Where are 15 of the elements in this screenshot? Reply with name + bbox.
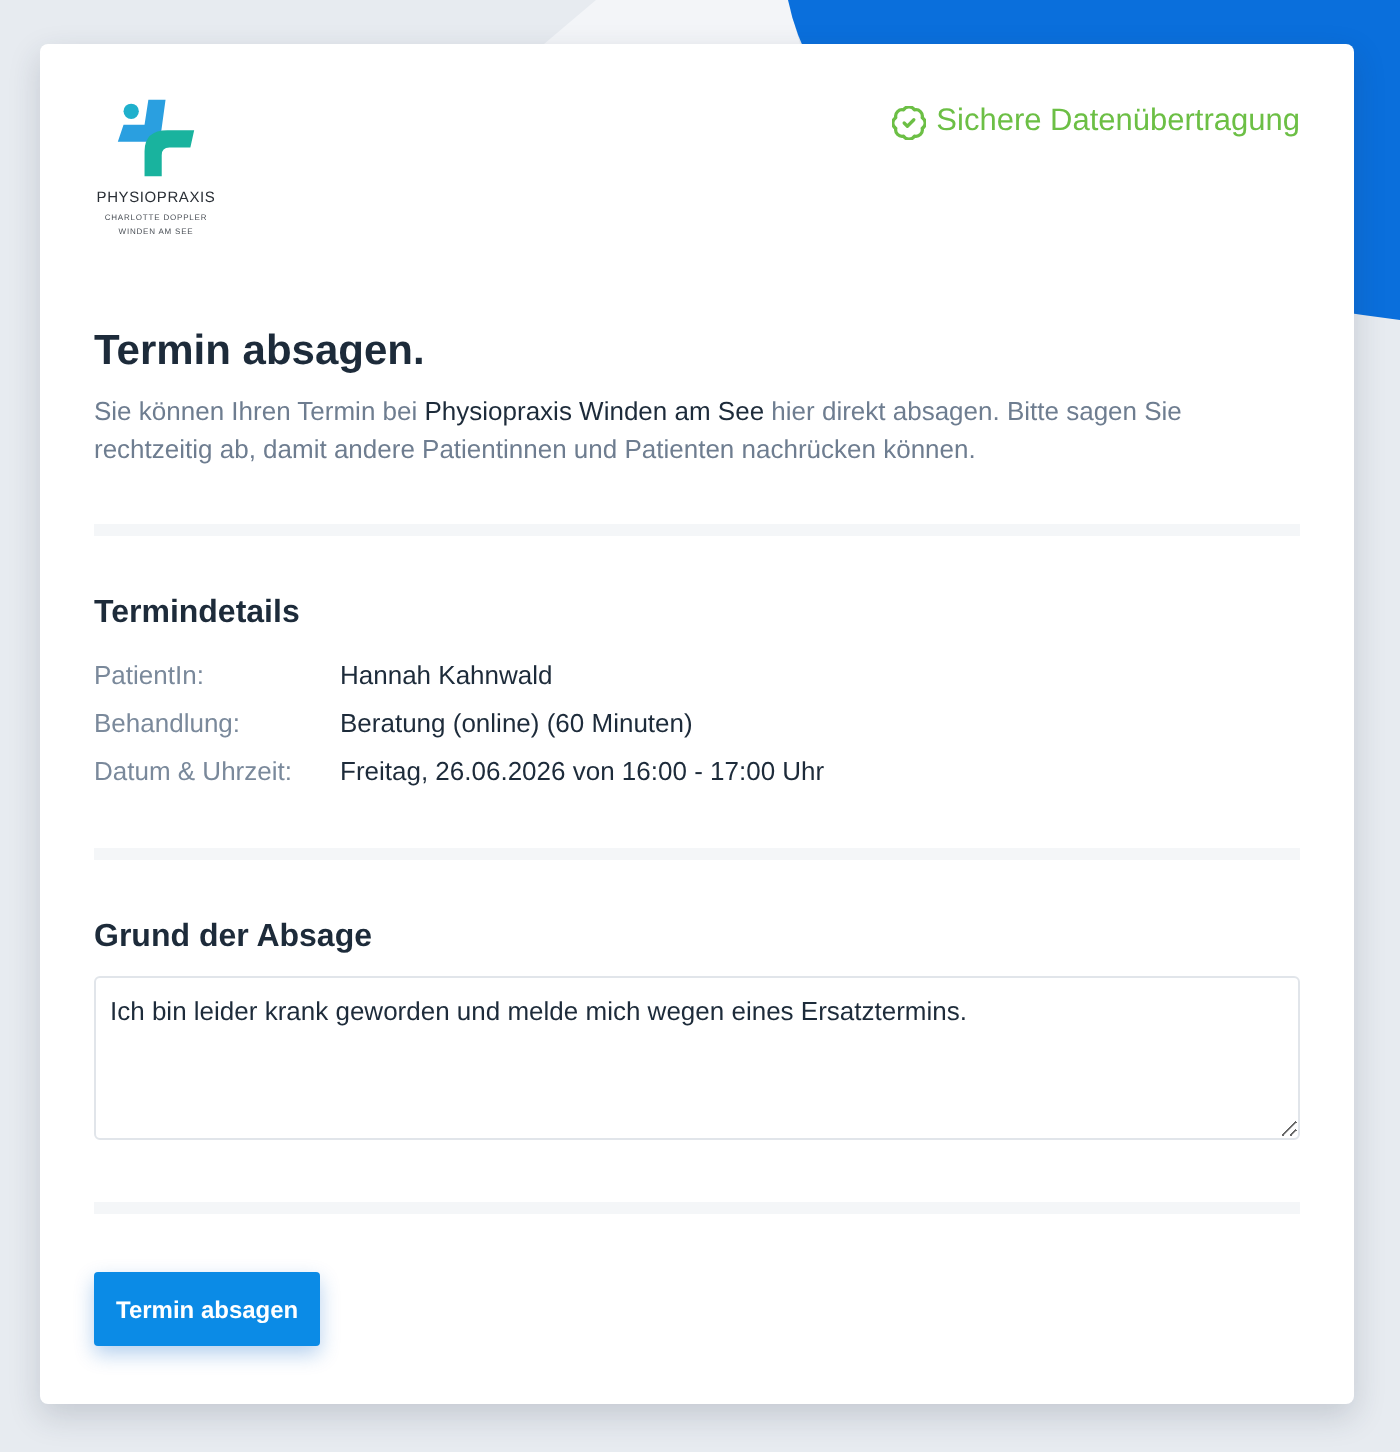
- cancel-appointment-button[interactable]: Termin absagen: [94, 1272, 321, 1346]
- secure-transfer-label: Sichere Datenübertragung: [936, 104, 1300, 140]
- section-title: Grund der Absage: [94, 918, 372, 958]
- detail-label: Behandlung:: [94, 706, 241, 742]
- page-title: Termin absagen.: [94, 326, 425, 378]
- detail-value: Freitag, 26.06.2026 von 16:00 - 17:00 Uhr: [340, 754, 825, 790]
- plus-figure-logo-icon: [114, 96, 198, 180]
- detail-value: Beratung (online) (60 Minuten): [340, 706, 693, 742]
- detail-label: PatientIn:: [94, 658, 204, 694]
- intro-text: Sie können Ihren Termin bei Physiopraxis Winden am See hier direkt absagen. Bitte sagen Sie rechtzeitig ab, damit andere Patientinnen und Patienten nachrücken können.: [94, 394, 1184, 468]
- detail-value: Hannah Kahnwald: [340, 658, 553, 694]
- section-title: Termindetails: [94, 594, 300, 634]
- badge-check-icon: [892, 105, 927, 139]
- detail-label: Datum & Uhrzeit:: [94, 754, 292, 790]
- reason-textarea[interactable]: Ich bin leider krank geworden und melde mich wegen eines Ersatztermins.: [94, 976, 1300, 1140]
